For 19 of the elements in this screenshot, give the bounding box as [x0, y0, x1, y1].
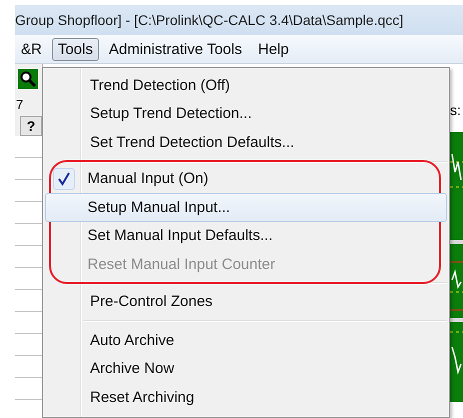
search-icon[interactable] — [18, 69, 38, 89]
help-button[interactable]: ? — [20, 116, 42, 136]
menu-item[interactable]: Archive Now — [45, 354, 447, 383]
menu-item[interactable]: Pre-Control Zones — [45, 288, 447, 316]
field-label: s: — [450, 102, 462, 120]
menu-item[interactable]: Tools — [52, 38, 99, 60]
menu-item[interactable]: Manual Input (On) — [45, 164, 447, 193]
menu-item[interactable]: Set Trend Detection Defaults... — [45, 128, 447, 156]
menu-item[interactable]: Reset Archiving — [45, 383, 447, 412]
menu-item[interactable]: Setup Trend Detection... — [45, 100, 447, 128]
menu-item[interactable]: Help — [252, 38, 295, 60]
menu-item[interactable]: Trend Detection (Off) — [45, 71, 447, 100]
column-label: 7 — [15, 96, 24, 114]
menu-item[interactable]: Set Manual Input Defaults... — [45, 222, 447, 250]
menu-item[interactable]: Administrative Tools — [102, 38, 248, 60]
menu-item[interactable]: Auto Archive — [45, 326, 447, 354]
window-title: Group Shopfloor] - [C:\Prolink\QC-CALC 3.4\Data\Sample.qcc] — [15, 12, 404, 28]
menu-item[interactable]: &R — [15, 38, 48, 60]
menu-item[interactable]: Setup Manual Input... — [45, 193, 447, 222]
